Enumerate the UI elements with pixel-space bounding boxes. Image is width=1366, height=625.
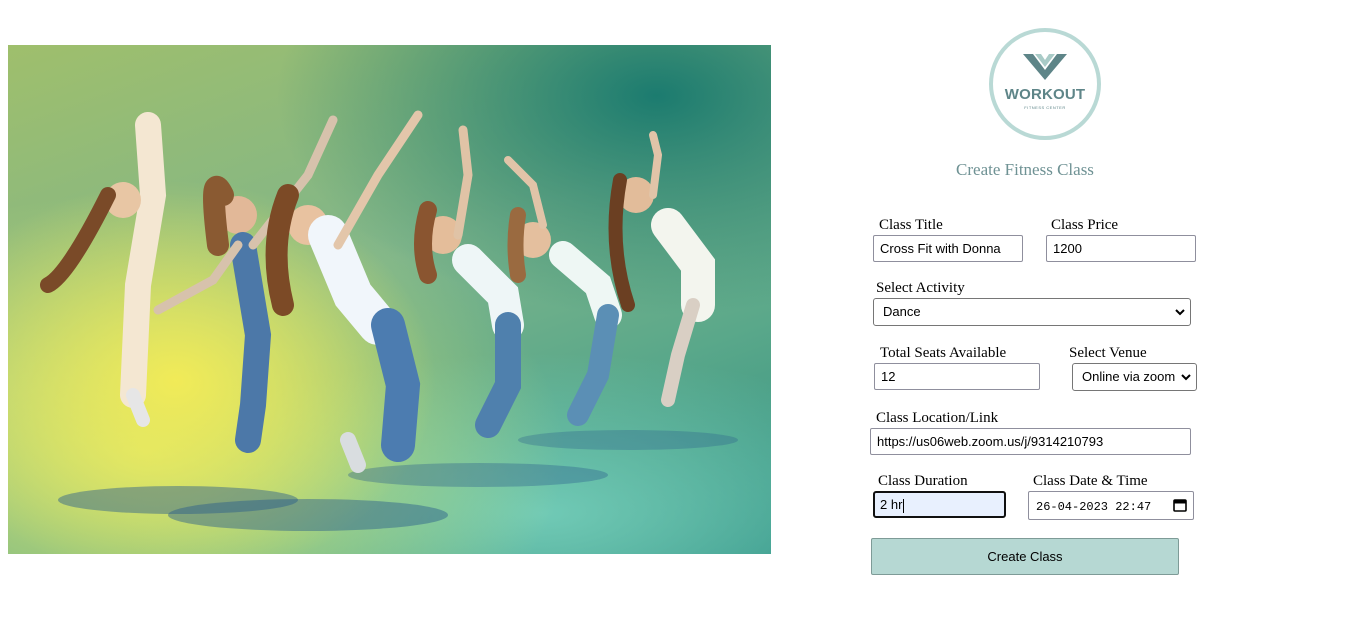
text-caret xyxy=(903,498,905,513)
chevron-down-icon xyxy=(1181,374,1191,381)
venue-selected: Online via zoom xyxy=(1082,369,1176,384)
seats-input[interactable]: 12 xyxy=(874,363,1040,390)
logo-tagline: FITNESS CENTER xyxy=(1024,105,1066,110)
duration-label: Class Duration xyxy=(878,473,968,489)
class-price-label: Class Price xyxy=(1051,217,1119,233)
class-title-label: Class Title xyxy=(879,217,943,233)
activity-select[interactable]: Dance xyxy=(873,298,1191,326)
duration-input[interactable]: 2 hr xyxy=(873,491,1006,518)
chevron-down-icon xyxy=(1175,309,1185,316)
activity-label: Select Activity xyxy=(876,280,965,296)
seats-label: Total Seats Available xyxy=(880,345,1007,361)
class-price-input[interactable]: 1200 xyxy=(1046,235,1196,262)
venue-select[interactable]: Online via zoom xyxy=(1072,363,1197,391)
dancers-illustration xyxy=(40,110,738,531)
hero-image xyxy=(8,45,771,554)
datetime-label: Class Date & Time xyxy=(1033,473,1148,489)
logo-v-icon xyxy=(993,52,1097,87)
datetime-input[interactable]: 26-04-2023 22:47 xyxy=(1028,491,1194,520)
calendar-icon[interactable] xyxy=(1173,498,1187,512)
venue-label: Select Venue xyxy=(1069,345,1147,361)
class-title-input[interactable]: Cross Fit with Donna xyxy=(873,235,1023,262)
location-input[interactable]: https://us06web.zoom.us/j/9314210793 xyxy=(870,428,1191,455)
logo-wordmark: WORKOUT xyxy=(1004,86,1086,103)
duration-value: 2 hr xyxy=(880,497,903,512)
location-label: Class Location/Link xyxy=(876,410,999,426)
datetime-value: 26-04-2023 22:47 xyxy=(1036,500,1152,514)
create-class-button[interactable]: Create Class xyxy=(871,538,1179,575)
workout-logo: WORKOUT FITNESS CENTER xyxy=(989,28,1101,140)
activity-selected: Dance xyxy=(883,304,921,319)
form-title: Create Fitness Class xyxy=(956,160,1094,179)
